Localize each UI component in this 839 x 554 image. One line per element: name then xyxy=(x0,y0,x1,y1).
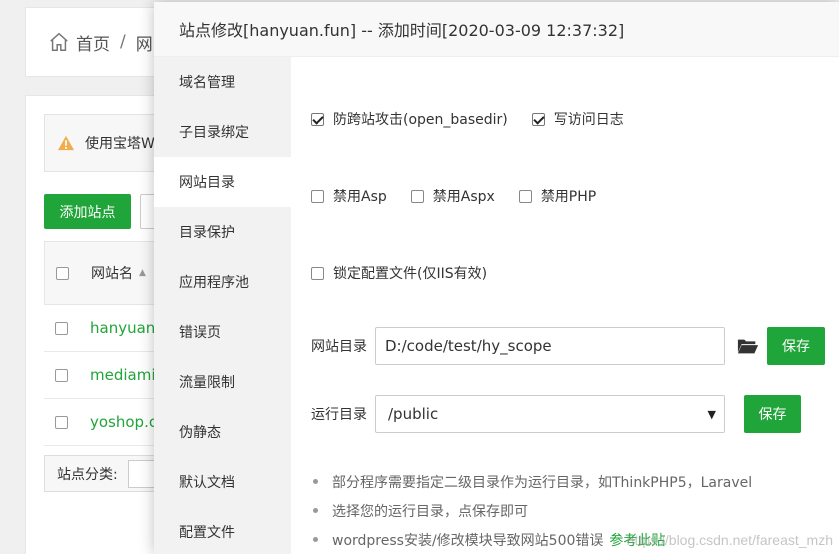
lock-config-label: 锁定配置文件(仅IIS有效) xyxy=(333,266,488,282)
site-link[interactable]: mediami xyxy=(90,366,156,384)
tip-text: wordpress安装/修改模块导致网站500错误 xyxy=(332,532,604,549)
add-site-button[interactable]: 添加站点 xyxy=(44,194,131,229)
disable-php-checkbox[interactable] xyxy=(518,189,532,203)
warning-text: 使用宝塔W xyxy=(85,136,155,152)
site-link[interactable]: hanyuan. xyxy=(90,319,160,337)
disable-aspx-checkbox[interactable] xyxy=(410,189,424,203)
sidebar-item-traffic-limit[interactable]: 流量限制 xyxy=(154,357,291,407)
breadcrumb-home[interactable]: 首页 xyxy=(76,30,110,55)
disable-aspx-option[interactable]: 禁用Aspx xyxy=(410,186,495,206)
disable-php-label: 禁用PHP xyxy=(540,189,597,205)
folder-open-icon[interactable] xyxy=(737,336,759,356)
modal-body: 域名管理 子目录绑定 网站目录 目录保护 应用程序池 错误页 流量限制 伪静态 … xyxy=(154,57,839,554)
anti-cross-checkbox[interactable] xyxy=(311,112,324,126)
list-item: 部分程序需要指定二级目录作为运行目录，如ThinkPHP5，Laravel xyxy=(313,467,752,496)
options-row-1: 防跨站攻击(open_basedir) 写访问日志 xyxy=(311,109,648,129)
disable-php-option[interactable]: 禁用PHP xyxy=(518,186,597,206)
access-log-label: 写访问日志 xyxy=(553,112,624,128)
lock-config-option[interactable]: 锁定配置文件(仅IIS有效) xyxy=(311,263,487,283)
lock-config-checkbox[interactable] xyxy=(311,266,324,280)
sidebar-item-subdir-binding[interactable]: 子目录绑定 xyxy=(154,107,291,157)
options-row-2: 禁用Asp 禁用Aspx 禁用PHP xyxy=(311,186,620,206)
bullet-icon xyxy=(313,508,318,513)
warning-icon xyxy=(58,135,74,151)
list-item: 选择您的运行目录，点保存即可 xyxy=(313,496,752,525)
sort-icon[interactable]: ▲ xyxy=(139,268,146,278)
sidebar-item-config-file[interactable]: 配置文件 xyxy=(154,507,291,554)
anti-cross-option[interactable]: 防跨站攻击(open_basedir) xyxy=(311,109,508,129)
disable-asp-option[interactable]: 禁用Asp xyxy=(311,186,387,206)
bullet-icon xyxy=(313,537,318,542)
breadcrumb-separator: / xyxy=(120,32,126,52)
column-header-site-name[interactable]: 网站名 xyxy=(91,263,133,283)
site-edit-modal: 站点修改[hanyuan.fun] -- 添加时间[2020-03-09 12:… xyxy=(154,2,839,554)
site-dir-save-button[interactable]: 保存 xyxy=(767,327,825,365)
select-all-checkbox[interactable] xyxy=(56,266,69,280)
sidebar-item-domain[interactable]: 域名管理 xyxy=(154,57,291,107)
run-dir-label: 运行目录 xyxy=(311,407,367,423)
row-checkbox[interactable] xyxy=(55,368,68,382)
site-dir-input[interactable] xyxy=(375,327,725,365)
access-log-option[interactable]: 写访问日志 xyxy=(531,109,624,129)
bullet-icon xyxy=(313,479,318,484)
sidebar-item-rewrite[interactable]: 伪静态 xyxy=(154,407,291,457)
sidebar-item-dir-protection[interactable]: 目录保护 xyxy=(154,207,291,257)
disable-aspx-label: 禁用Aspx xyxy=(432,189,495,205)
disable-asp-checkbox[interactable] xyxy=(311,189,324,203)
site-link[interactable]: yoshop.c xyxy=(90,413,157,431)
sidebar-item-site-directory[interactable]: 网站目录 xyxy=(154,157,291,207)
tip-text: 选择您的运行目录，点保存即可 xyxy=(332,503,528,520)
sidebar-item-app-pool[interactable]: 应用程序池 xyxy=(154,257,291,307)
sidebar-item-default-doc[interactable]: 默认文档 xyxy=(154,457,291,507)
category-label: 站点分类: xyxy=(57,466,118,483)
breadcrumb-current[interactable]: 网 xyxy=(136,30,153,55)
row-checkbox[interactable] xyxy=(55,415,68,429)
run-dir-select[interactable]: /public ▼ xyxy=(375,395,725,433)
run-dir-selected-value: /public xyxy=(388,405,439,423)
run-dir-row: 运行目录 /public ▼ 保存 xyxy=(311,395,801,433)
watermark: https://blog.csdn.net/fareast_mzh xyxy=(626,532,833,548)
disable-asp-label: 禁用Asp xyxy=(333,189,387,205)
anti-cross-label: 防跨站攻击(open_basedir) xyxy=(333,112,508,128)
sidebar-item-error-page[interactable]: 错误页 xyxy=(154,307,291,357)
tip-text: 部分程序需要指定二级目录作为运行目录，如ThinkPHP5，Laravel xyxy=(332,474,753,491)
site-directory-panel: 防跨站攻击(open_basedir) 写访问日志 禁用Asp 禁用Aspx 禁… xyxy=(291,57,839,554)
site-dir-label: 网站目录 xyxy=(311,339,367,355)
options-row-3: 锁定配置文件(仅IIS有效) xyxy=(311,263,511,283)
access-log-checkbox[interactable] xyxy=(531,112,545,126)
row-checkbox[interactable] xyxy=(55,321,68,335)
run-dir-save-button[interactable]: 保存 xyxy=(744,395,801,433)
home-icon xyxy=(50,32,68,51)
modal-sidebar: 域名管理 子目录绑定 网站目录 目录保护 应用程序池 错误页 流量限制 伪静态 … xyxy=(154,57,291,554)
site-dir-row: 网站目录 保存 xyxy=(311,327,825,365)
chevron-down-icon: ▼ xyxy=(707,407,716,421)
modal-title: 站点修改[hanyuan.fun] -- 添加时间[2020-03-09 12:… xyxy=(154,2,839,57)
